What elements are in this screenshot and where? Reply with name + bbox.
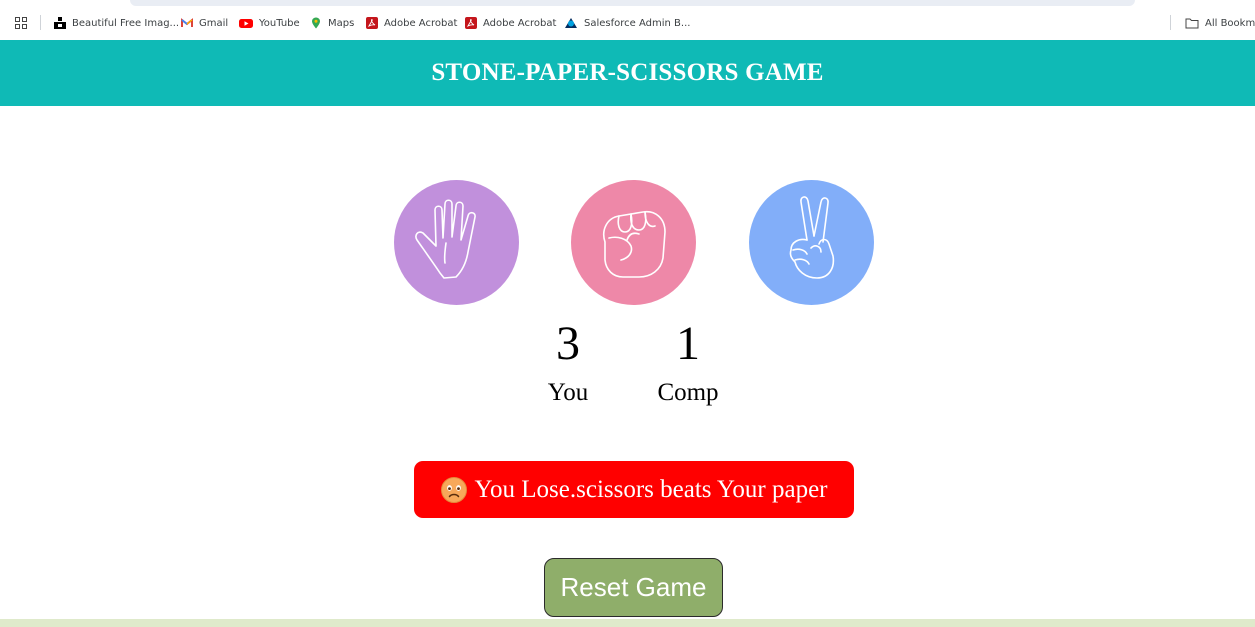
acrobat-icon — [366, 17, 378, 29]
all-bookmarks-button[interactable]: All Bookma — [1185, 14, 1255, 32]
comp-score-block: 1 Comp — [648, 317, 728, 406]
bookmark-label: Maps — [328, 17, 355, 29]
hand-paper-icon — [415, 199, 476, 279]
bookmark-adobe-acrobat-2[interactable]: Adobe Acrobat — [465, 14, 556, 32]
sad-face-icon — [440, 476, 468, 504]
comp-score: 1 — [676, 317, 700, 370]
bookmark-label: Adobe Acrobat — [483, 17, 557, 29]
user-score-label: You — [547, 379, 589, 406]
bookmark-maps[interactable]: Maps — [310, 14, 354, 32]
bookmark-unsplash[interactable]: Beautiful Free Imag... — [54, 14, 179, 32]
bookmarks-separator — [40, 15, 41, 30]
comp-score-label: Comp — [657, 379, 719, 406]
hand-scissors-icon — [789, 196, 835, 279]
user-score: 3 — [556, 317, 580, 370]
bookmark-youtube[interactable]: YouTube — [239, 14, 300, 32]
bookmark-label: YouTube — [259, 17, 300, 29]
choice-stone[interactable] — [571, 180, 696, 305]
youtube-icon — [239, 17, 253, 29]
result-message: You Lose.scissors beats Your paper — [414, 461, 854, 518]
user-score-block: 3 You — [538, 317, 598, 406]
game-header: STONE-PAPER-SCISSORS GAME — [0, 40, 1255, 106]
folder-icon — [1185, 17, 1199, 29]
bookmark-label: Adobe Acrobat — [384, 17, 458, 29]
acrobat-icon — [465, 17, 477, 29]
page-title: STONE-PAPER-SCISSORS GAME — [431, 59, 824, 86]
result-text: You Lose.scissors beats Your paper — [474, 475, 828, 503]
bookmarks-separator — [1170, 15, 1171, 30]
choice-scissors[interactable] — [749, 180, 874, 305]
hand-fist-icon — [603, 210, 666, 278]
bookmark-label: Salesforce Admin B... — [584, 17, 691, 29]
bookmark-label: Beautiful Free Imag... — [72, 17, 180, 29]
maps-icon — [310, 17, 322, 29]
salesforce-icon — [564, 17, 578, 29]
apps-grid-icon[interactable] — [15, 16, 27, 29]
taskbar-edge — [0, 619, 1255, 627]
bookmark-salesforce[interactable]: Salesforce Admin B... — [564, 14, 690, 32]
bookmark-adobe-acrobat-1[interactable]: Adobe Acrobat — [366, 14, 457, 32]
all-bookmarks-label: All Bookma — [1205, 17, 1255, 29]
bookmark-label: Gmail — [199, 17, 229, 29]
address-bar-edge — [130, 0, 1135, 6]
bookmark-gmail[interactable]: Gmail — [181, 14, 228, 32]
gmail-icon — [181, 17, 193, 29]
unsplash-icon — [54, 17, 66, 29]
reset-game-button[interactable]: Reset Game — [544, 558, 723, 617]
choice-paper[interactable] — [394, 180, 519, 305]
bookmarks-bar: Beautiful Free Imag... Gmail YouTube Map… — [0, 0, 1255, 40]
